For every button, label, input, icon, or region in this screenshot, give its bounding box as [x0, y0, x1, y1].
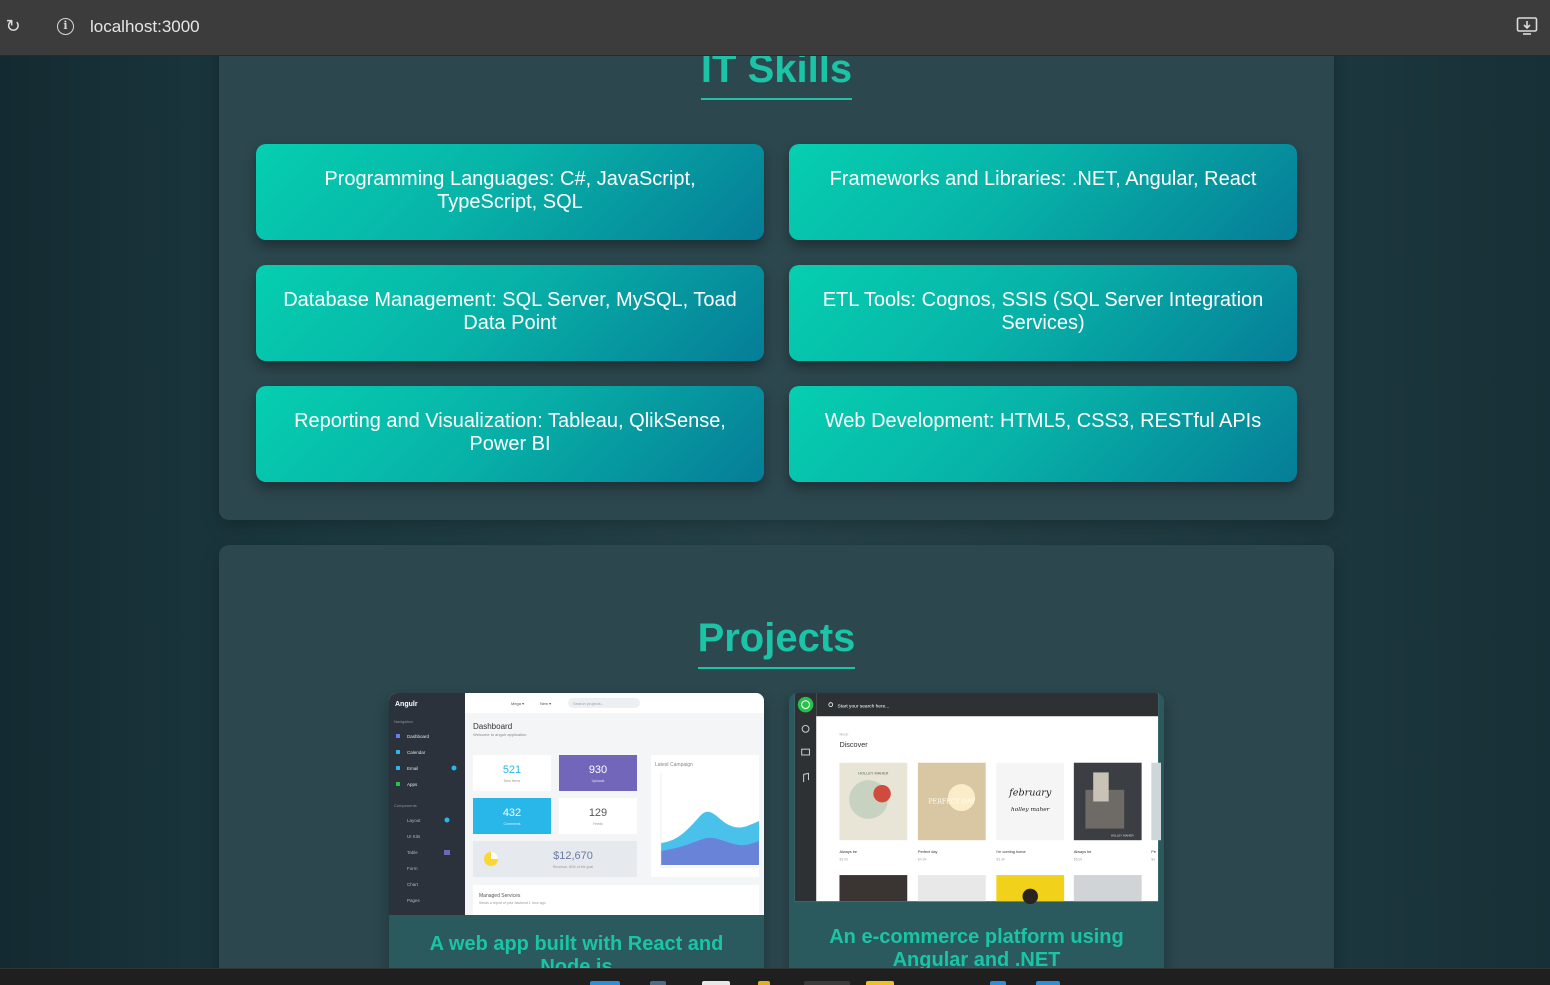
skill-card-programming: Programming Languages: C#, JavaScript, T…: [256, 144, 764, 240]
svg-text:Apps: Apps: [407, 782, 418, 787]
skills-heading-text: IT Skills: [700, 56, 853, 100]
svg-text:$3.99: $3.99: [996, 858, 1005, 862]
skill-card-etl: ETL Tools: Cognos, SSIS (SQL Server Inte…: [789, 265, 1297, 361]
svg-text:$12,670: $12,670: [553, 850, 593, 862]
projects-heading-text: Projects: [697, 615, 856, 669]
svg-text:New items: New items: [504, 779, 521, 783]
svg-text:Form: Form: [407, 866, 418, 871]
svg-text:432: 432: [503, 807, 521, 819]
svg-text:Layout: Layout: [407, 818, 421, 823]
project-screenshot-dashboard: Angulr Navigation Dashboard Calendar Ema…: [389, 693, 764, 915]
svg-text:Music: Music: [839, 733, 848, 737]
skill-card-database: Database Management: SQL Server, MySQL, …: [256, 265, 764, 361]
svg-text:Pe: Pe: [1151, 849, 1156, 854]
svg-text:$5.99: $5.99: [1074, 858, 1083, 862]
svg-text:I'm coming home: I'm coming home: [996, 849, 1025, 854]
svg-text:UI Kits: UI Kits: [407, 834, 421, 839]
svg-text:Search projects...: Search projects...: [573, 701, 604, 706]
svg-text:521: 521: [503, 764, 521, 776]
svg-text:Managed Services: Managed Services: [479, 893, 521, 899]
os-taskbar: [0, 968, 1550, 985]
svg-text:Welcome to angulr application: Welcome to angulr application: [473, 732, 527, 737]
browser-toolbar: ↻ i localhost:3000: [0, 0, 1550, 56]
svg-text:Navigation: Navigation: [394, 719, 413, 724]
taskbar-browser-icon[interactable]: [804, 981, 850, 985]
projects-heading: Projects: [219, 615, 1334, 669]
svg-text:Latest Campaign: Latest Campaign: [655, 762, 693, 768]
svg-text:Always be: Always be: [839, 849, 857, 854]
svg-text:Feeds: Feeds: [593, 822, 603, 826]
taskbar-app-icon[interactable]: [702, 981, 730, 985]
taskbar-files-icon[interactable]: [866, 981, 894, 985]
svg-text:Perfect day: Perfect day: [918, 849, 938, 854]
svg-text:Sends a report of your backend: Sends a report of your backend 1 hour ag…: [479, 901, 546, 905]
project-description: A web app built with React and Node.js: [429, 933, 724, 968]
svg-text:Dashboard: Dashboard: [473, 722, 512, 731]
skill-card-reporting: Reporting and Visualization: Tableau, Ql…: [256, 386, 764, 482]
svg-text:930: 930: [589, 764, 607, 776]
project-card-ecommerce[interactable]: Start your search here... Music Discover…: [789, 693, 1164, 968]
taskbar-explorer-icon[interactable]: [758, 981, 770, 985]
svg-text:Components: Components: [394, 803, 417, 808]
svg-text:Uploads: Uploads: [592, 779, 605, 783]
svg-text:Table: Table: [407, 850, 418, 855]
reload-icon[interactable]: ↻: [2, 13, 24, 39]
svg-text:129: 129: [589, 807, 607, 819]
svg-text:HOLLEY MAHER: HOLLEY MAHER: [858, 770, 888, 775]
svg-text:$3.99: $3.99: [839, 858, 848, 862]
project-screenshot-music-store: Start your search here... Music Discover…: [794, 693, 1161, 905]
url-text: localhost:3000: [90, 17, 200, 36]
svg-text:Start your search here...: Start your search here...: [838, 704, 890, 710]
svg-text:$4: $4: [1151, 858, 1155, 862]
skills-section: IT Skills Programming Languages: C#, Jav…: [219, 56, 1334, 520]
projects-section: Projects Angulr Navigation Dashboard Cal…: [219, 545, 1334, 968]
svg-text:Comments: Comments: [504, 822, 521, 826]
taskbar-search-icon[interactable]: [650, 981, 666, 985]
svg-text:PERFECT DAY: PERFECT DAY: [928, 798, 976, 805]
site-info-icon[interactable]: i: [57, 18, 74, 35]
thumb-brand: Angulr: [395, 701, 418, 708]
taskbar-store-icon[interactable]: [1036, 981, 1060, 985]
project-description: An e-commerce platform using Angular and…: [829, 926, 1124, 968]
svg-text:HOLLEY MAHER: HOLLEY MAHER: [1111, 833, 1134, 837]
svg-text:Chart: Chart: [407, 882, 419, 887]
svg-text:Email: Email: [407, 766, 418, 771]
page-content: IT Skills Programming Languages: C#, Jav…: [0, 56, 1550, 968]
svg-text:Discover: Discover: [839, 740, 868, 749]
svg-text:$4.99: $4.99: [918, 858, 927, 862]
windows-start-icon[interactable]: [590, 981, 620, 985]
taskbar-edge-icon[interactable]: [990, 981, 1006, 985]
svg-text:Mega ▾: Mega ▾: [511, 701, 524, 706]
address-bar[interactable]: i localhost:3000: [44, 8, 1504, 46]
skill-card-frameworks: Frameworks and Libraries: .NET, Angular,…: [789, 144, 1297, 240]
skill-card-web: Web Development: HTML5, CSS3, RESTful AP…: [789, 386, 1297, 482]
svg-text:Revenue, 60% of the goal: Revenue, 60% of the goal: [553, 865, 594, 869]
svg-text:february: february: [1008, 788, 1052, 799]
svg-text:New ▾: New ▾: [540, 701, 551, 706]
svg-text:Calendar: Calendar: [407, 750, 426, 755]
svg-text:Dashboard: Dashboard: [407, 734, 430, 739]
project-card-react-node[interactable]: Angulr Navigation Dashboard Calendar Ema…: [389, 693, 764, 968]
skills-heading: IT Skills: [219, 56, 1334, 100]
svg-text:Always be: Always be: [1074, 849, 1092, 854]
svg-text:holley maher: holley maher: [1011, 807, 1051, 813]
svg-text:Pages: Pages: [407, 898, 421, 903]
install-app-icon[interactable]: [1516, 16, 1538, 36]
